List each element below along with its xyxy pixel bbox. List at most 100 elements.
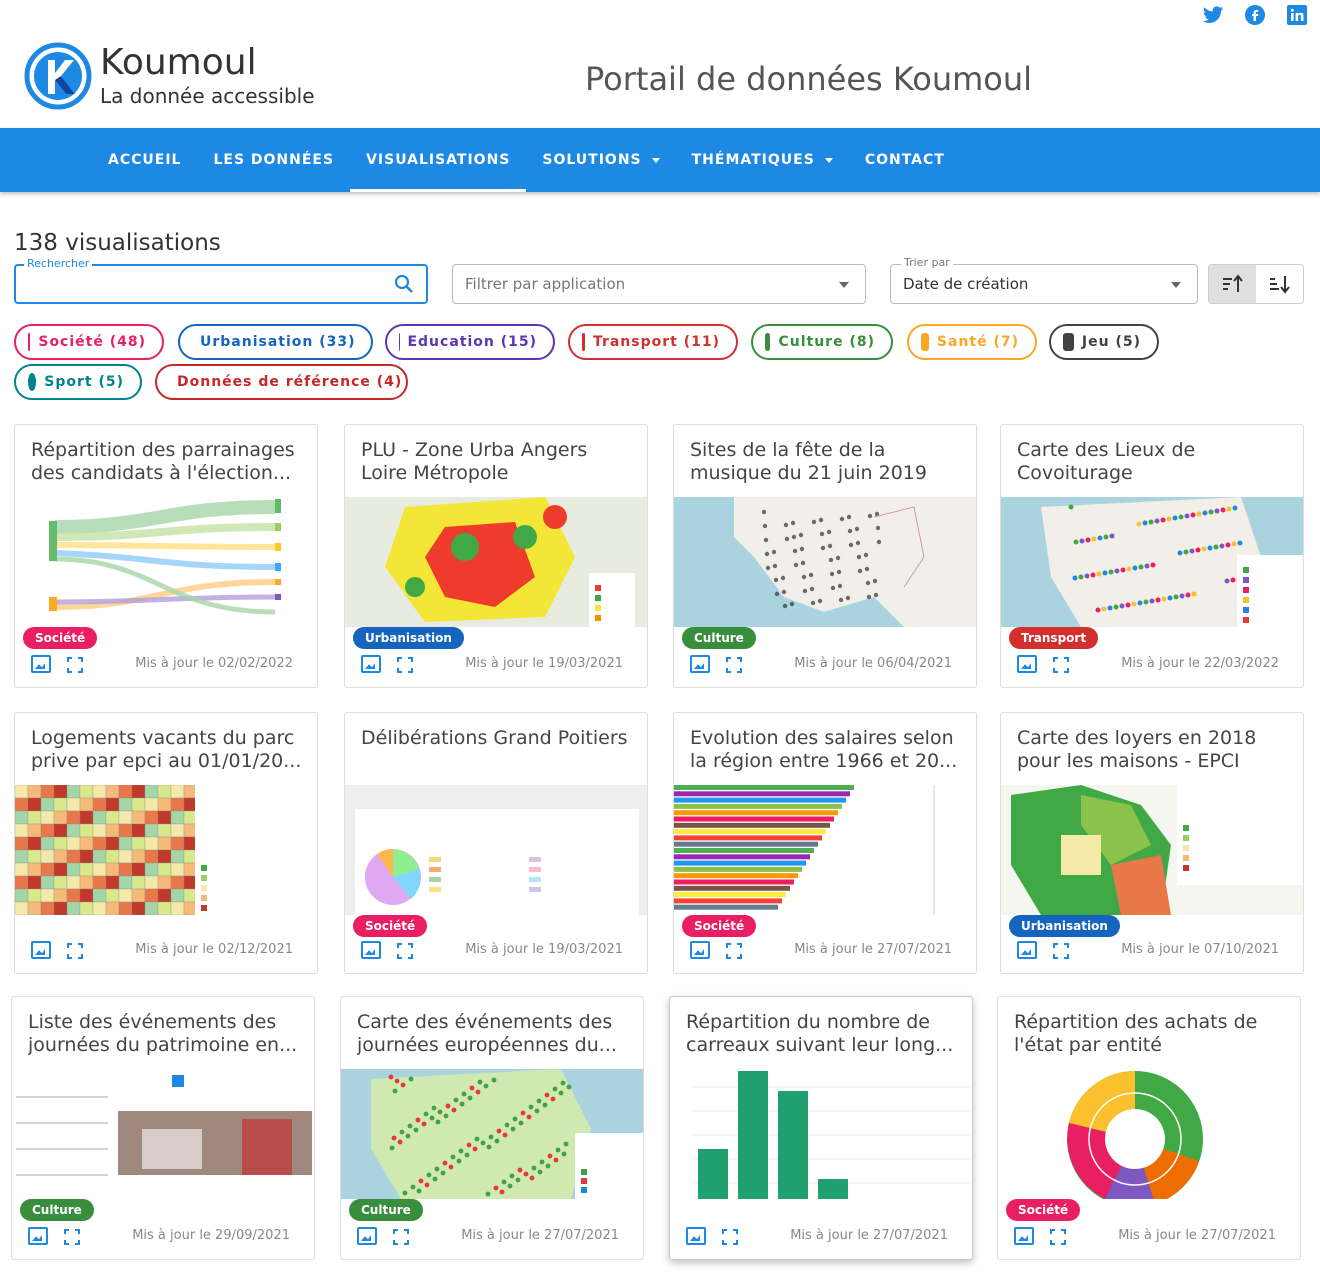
embed-image-icon[interactable] bbox=[1014, 1227, 1034, 1245]
topic-chip[interactable]: Education (15) bbox=[385, 324, 555, 360]
visualisation-card[interactable]: Délibérations Grand Poitiers Société Mis … bbox=[344, 712, 648, 974]
fullscreen-icon[interactable] bbox=[397, 943, 413, 959]
fullscreen-icon[interactable] bbox=[393, 1229, 409, 1245]
embed-image-icon[interactable] bbox=[361, 655, 381, 673]
topic-chip[interactable]: Société (48) bbox=[14, 324, 164, 360]
fullscreen-icon[interactable] bbox=[64, 1229, 80, 1245]
topic-chip[interactable]: Urbanisation (33) bbox=[178, 324, 373, 360]
visualisation-card[interactable]: Carte des loyers en 2018 pour les maison… bbox=[1000, 712, 1304, 974]
nav-item-accueil[interactable]: ACCUEIL bbox=[92, 128, 197, 192]
visualisation-thumbnail[interactable] bbox=[1001, 785, 1303, 915]
visualisation-card[interactable]: Répartition des achats de l'état par ent… bbox=[997, 996, 1301, 1260]
nav-item-donnees[interactable]: LES DONNÉES bbox=[197, 128, 350, 192]
chip-label: Urbanisation (33) bbox=[200, 334, 356, 350]
updated-date: Mis à jour le 22/03/2022 bbox=[1121, 656, 1279, 671]
embed-image-icon[interactable] bbox=[686, 1227, 706, 1245]
topic-chip[interactable]: Données de référence (4) bbox=[155, 364, 408, 400]
visualisation-thumbnail[interactable] bbox=[341, 1069, 643, 1199]
visualisation-thumbnail[interactable] bbox=[674, 785, 976, 915]
fullscreen-icon[interactable] bbox=[726, 657, 742, 673]
facebook-icon[interactable] bbox=[1244, 4, 1266, 26]
embed-image-icon[interactable] bbox=[690, 941, 710, 959]
embed-image-icon[interactable] bbox=[1017, 655, 1037, 673]
card-actions bbox=[690, 655, 742, 673]
visualisation-thumbnail[interactable] bbox=[15, 497, 317, 627]
fullscreen-icon[interactable] bbox=[726, 943, 742, 959]
card-title[interactable]: Délibérations Grand Poitiers bbox=[361, 727, 633, 750]
visualisation-card[interactable]: Sites de la fête de la musique du 21 jui… bbox=[673, 424, 977, 688]
visualisation-thumbnail[interactable] bbox=[998, 1069, 1300, 1199]
card-actions bbox=[361, 655, 413, 673]
card-title[interactable]: Répartition des parrainages des candidat… bbox=[31, 439, 303, 485]
visualisation-thumbnail[interactable] bbox=[12, 1069, 314, 1199]
visualisation-thumbnail[interactable] bbox=[345, 785, 647, 915]
embed-image-icon[interactable] bbox=[31, 941, 51, 959]
fullscreen-icon[interactable] bbox=[1053, 657, 1069, 673]
card-title[interactable]: Logements vacants du parc prive par epci… bbox=[31, 727, 303, 773]
visualisation-card[interactable]: Logements vacants du parc prive par epci… bbox=[14, 712, 318, 974]
visualisation-card[interactable]: Carte des événements des journées europé… bbox=[340, 996, 644, 1260]
visualisation-thumbnail[interactable] bbox=[674, 497, 976, 627]
nav-item-contact[interactable]: CONTACT bbox=[849, 128, 961, 192]
visualisation-card[interactable]: PLU - Zone Urba Angers Loire Métropole U… bbox=[344, 424, 648, 688]
visualisation-thumbnail[interactable] bbox=[15, 785, 317, 915]
topic-chip[interactable]: Culture (8) bbox=[751, 324, 893, 360]
card-title[interactable]: Evolution des salaires selon la région e… bbox=[690, 727, 962, 773]
updated-date: Mis à jour le 27/07/2021 bbox=[1118, 1228, 1276, 1243]
card-title[interactable]: Carte des Lieux de Covoiturage bbox=[1017, 439, 1289, 485]
visualisation-thumbnail[interactable] bbox=[1001, 497, 1303, 627]
visualisation-thumbnail[interactable] bbox=[670, 1069, 972, 1199]
nav-item-visualisations[interactable]: VISUALISATIONS bbox=[350, 128, 527, 192]
visualisation-card[interactable]: Evolution des salaires selon la région e… bbox=[673, 712, 977, 974]
topic-chip[interactable]: Santé (7) bbox=[907, 324, 1037, 360]
results-count: 138 visualisations bbox=[14, 230, 221, 256]
visualisation-card[interactable]: Répartition du nombre de carreaux suivan… bbox=[669, 996, 973, 1260]
sort-select[interactable]: Trier par Date de création bbox=[890, 256, 1198, 304]
card-title[interactable]: Sites de la fête de la musique du 21 jui… bbox=[690, 439, 962, 487]
embed-image-icon[interactable] bbox=[357, 1227, 377, 1245]
embed-image-icon[interactable] bbox=[28, 1227, 48, 1245]
topic-chip[interactable]: Jeu (5) bbox=[1049, 324, 1159, 360]
visualisation-card[interactable]: Liste des événements des journées du pat… bbox=[11, 996, 315, 1260]
search-field[interactable]: Rechercher bbox=[14, 257, 428, 304]
nav-label: LES DONNÉES bbox=[213, 152, 335, 168]
card-title[interactable]: Carte des événements des journées europé… bbox=[357, 1011, 629, 1057]
card-title[interactable]: PLU - Zone Urba Angers Loire Métropole bbox=[361, 439, 633, 485]
nav-item-thematiques[interactable]: THÉMATIQUES bbox=[676, 128, 849, 192]
card-title[interactable]: Répartition des achats de l'état par ent… bbox=[1014, 1011, 1286, 1057]
visualisation-card[interactable]: Carte des Lieux de Covoiturage Transport… bbox=[1000, 424, 1304, 688]
embed-image-icon[interactable] bbox=[361, 941, 381, 959]
card-actions bbox=[1017, 655, 1069, 673]
sort-ascending-button[interactable] bbox=[1209, 265, 1256, 303]
card-title[interactable]: Carte des loyers en 2018 pour les maison… bbox=[1017, 727, 1289, 773]
application-filter[interactable]: Filtrer par application bbox=[452, 264, 866, 304]
twitter-icon[interactable] bbox=[1202, 4, 1224, 26]
embed-image-icon[interactable] bbox=[1017, 941, 1037, 959]
visualisation-thumbnail[interactable] bbox=[345, 497, 647, 627]
chip-label: Culture (8) bbox=[778, 334, 875, 350]
linkedin-icon[interactable] bbox=[1286, 4, 1308, 26]
fullscreen-icon[interactable] bbox=[67, 943, 83, 959]
fullscreen-icon[interactable] bbox=[722, 1229, 738, 1245]
topic-chip[interactable]: Sport (5) bbox=[14, 364, 142, 400]
fullscreen-icon[interactable] bbox=[1053, 943, 1069, 959]
search-icon[interactable] bbox=[394, 274, 414, 294]
embed-image-icon[interactable] bbox=[690, 655, 710, 673]
card-title[interactable]: Répartition du nombre de carreaux suivan… bbox=[686, 1011, 958, 1057]
fullscreen-icon[interactable] bbox=[67, 657, 83, 673]
search-label: Rechercher bbox=[24, 257, 93, 270]
koumoul-logo[interactable] bbox=[24, 42, 92, 110]
updated-date: Mis à jour le 19/03/2021 bbox=[465, 656, 623, 671]
fullscreen-icon[interactable] bbox=[397, 657, 413, 673]
topic-chip[interactable]: Transport (11) bbox=[568, 324, 738, 360]
visualisation-card[interactable]: Répartition des parrainages des candidat… bbox=[14, 424, 318, 688]
chip-label: Education (15) bbox=[407, 334, 537, 350]
medical-plus-icon bbox=[921, 333, 929, 351]
search-input[interactable] bbox=[26, 272, 386, 296]
card-title[interactable]: Liste des événements des journées du pat… bbox=[28, 1011, 300, 1057]
nav-item-solutions[interactable]: SOLUTIONS bbox=[526, 128, 675, 192]
sort-descending-button[interactable] bbox=[1256, 265, 1303, 303]
fullscreen-icon[interactable] bbox=[1050, 1229, 1066, 1245]
updated-date: Mis à jour le 29/09/2021 bbox=[132, 1228, 290, 1243]
embed-image-icon[interactable] bbox=[31, 655, 51, 673]
